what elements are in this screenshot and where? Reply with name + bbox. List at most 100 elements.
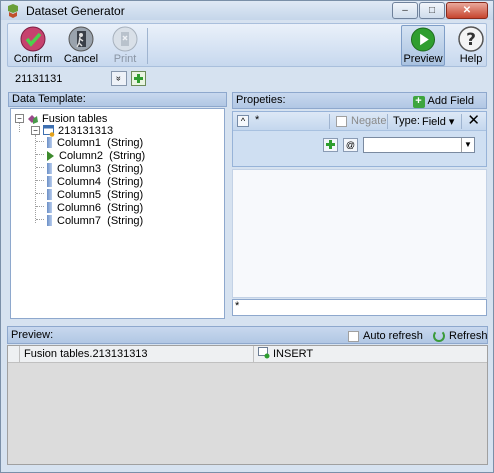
field-properties-bar: ^ * Negate Type: Field ▾ ✕ xyxy=(233,112,486,131)
play-icon xyxy=(410,27,436,52)
help-label: Help xyxy=(459,53,483,65)
maximize-icon: □ xyxy=(428,5,436,16)
print-button[interactable]: Print xyxy=(108,25,142,66)
maximize-button[interactable]: □ xyxy=(419,2,445,19)
type-dropdown[interactable]: Field ▾ xyxy=(422,115,454,128)
refresh-button[interactable]: Refresh xyxy=(433,328,488,344)
preview-label: Preview xyxy=(403,53,443,65)
preview-button[interactable]: Preview xyxy=(401,25,445,66)
column-icon xyxy=(47,176,52,187)
preview-header: Preview: Auto refresh Refresh xyxy=(7,326,488,344)
confirm-label: Confirm xyxy=(13,53,53,65)
column-name: Column6 xyxy=(57,201,102,214)
preview-grid: Fusion tables.213131313 INSERT xyxy=(7,345,488,465)
title-bar: Dataset Generator – □ ✕ xyxy=(1,1,493,20)
expression-value: * xyxy=(235,300,240,312)
tree-root-label: Fusion tables xyxy=(42,112,108,125)
chevron-down-icon: » xyxy=(114,75,125,82)
print-icon xyxy=(112,26,138,52)
preview-action-label: INSERT xyxy=(273,348,314,360)
remove-field-icon[interactable]: ✕ xyxy=(467,113,480,128)
tree-line xyxy=(35,135,36,223)
properties-title: Propeties: xyxy=(236,94,286,106)
data-template-panel: Data Template: − Fusion tables − 2131313… xyxy=(8,92,227,321)
close-icon: ✕ xyxy=(462,5,472,16)
column-type: (String) xyxy=(107,188,144,201)
at-symbol-button[interactable]: @ xyxy=(343,138,358,152)
auto-refresh-checkbox[interactable]: Auto refresh xyxy=(348,328,423,344)
preview-action-cell: INSERT xyxy=(254,346,454,363)
field-properties-box: ^ * Negate Type: Field ▾ ✕ @ ▼ xyxy=(232,111,487,167)
preview-title: Preview: xyxy=(11,329,54,341)
exit-door-icon xyxy=(68,26,94,52)
collapse-icon[interactable]: − xyxy=(31,126,40,135)
tree-node-column[interactable]: Column6 (String) xyxy=(45,201,143,214)
tree-node-column[interactable]: Column7 (String) xyxy=(45,214,143,227)
window-title: Dataset Generator xyxy=(26,3,125,18)
help-icon: ? xyxy=(458,26,484,52)
print-label: Print xyxy=(113,53,137,65)
column-type: (String) xyxy=(107,136,144,149)
column-icon xyxy=(47,137,52,148)
refresh-icon xyxy=(433,330,445,342)
add-field-button[interactable]: + Add Field xyxy=(412,94,474,109)
collapse-up-icon[interactable]: ^ xyxy=(237,115,249,127)
negate-label: Negate xyxy=(351,115,387,127)
dataset-value: 21131131 xyxy=(15,72,63,85)
svg-text:?: ? xyxy=(466,30,476,50)
table-icon xyxy=(43,124,55,137)
separator xyxy=(329,114,330,129)
column-type: (String) xyxy=(107,201,144,214)
negate-checkbox[interactable]: Negate xyxy=(336,115,386,127)
checkbox-icon[interactable] xyxy=(348,330,359,342)
tree-line xyxy=(36,219,44,220)
expression-input[interactable]: * xyxy=(232,299,487,316)
properties-header: Propeties: + Add Field xyxy=(232,92,487,109)
tree-node-column[interactable]: Column1 (String) xyxy=(45,136,143,149)
cancel-button[interactable]: Cancel xyxy=(60,25,102,66)
column-type: (String) xyxy=(109,149,146,162)
window-controls: – □ ✕ xyxy=(391,2,488,19)
field-value-combo[interactable]: ▼ xyxy=(363,137,475,153)
column-name: Column5 xyxy=(57,188,102,201)
tree-node-column[interactable]: Column3 (String) xyxy=(45,162,143,175)
column-type: (String) xyxy=(107,175,144,188)
tree-node-column[interactable]: Column4 (String) xyxy=(45,175,143,188)
minimize-button[interactable]: – xyxy=(392,2,418,19)
type-label: Type: xyxy=(393,115,420,127)
dataset-dropdown-button[interactable]: » xyxy=(111,71,127,86)
add-icon xyxy=(134,74,143,83)
toolbar: Confirm Cancel Print Preview ? Help xyxy=(7,23,487,67)
current-row-arrow-icon xyxy=(47,150,54,161)
tree-node-column[interactable]: Column5 (String) xyxy=(45,188,143,201)
data-template-tree: − Fusion tables − 213131313 Column1 (Str… xyxy=(10,108,225,319)
chevron-down-icon[interactable]: ▼ xyxy=(461,138,474,152)
help-button[interactable]: ? Help xyxy=(456,25,486,66)
add-dataset-button[interactable] xyxy=(131,71,146,86)
add-icon xyxy=(326,140,335,149)
confirm-button[interactable]: Confirm xyxy=(12,25,54,66)
add-condition-button[interactable] xyxy=(323,138,338,152)
column-icon xyxy=(47,189,52,200)
tree-line xyxy=(36,180,44,181)
add-field-label: Add Field xyxy=(427,95,474,107)
column-type: (String) xyxy=(107,162,144,175)
preview-table-cell: Fusion tables.213131313 xyxy=(20,346,254,363)
app-icon xyxy=(8,3,18,18)
row-selector[interactable] xyxy=(8,346,20,363)
auto-refresh-label: Auto refresh xyxy=(363,330,423,342)
close-button[interactable]: ✕ xyxy=(446,2,488,19)
checkbox-icon[interactable] xyxy=(336,115,347,127)
collapse-icon[interactable]: − xyxy=(15,114,24,123)
insert-row-icon xyxy=(258,347,270,359)
tree-node-column[interactable]: Column2 (String) xyxy=(45,149,145,162)
column-name: Column7 xyxy=(57,214,102,227)
database-icon xyxy=(28,114,38,124)
dataset-generator-window: Dataset Generator – □ ✕ Confirm Cancel P… xyxy=(0,0,494,473)
separator xyxy=(387,114,388,129)
column-name: Column1 xyxy=(57,136,102,149)
table-row[interactable]: Fusion tables.213131313 INSERT xyxy=(8,346,487,363)
separator xyxy=(461,114,462,129)
toolbar-separator xyxy=(147,28,148,64)
column-icon xyxy=(47,163,52,174)
